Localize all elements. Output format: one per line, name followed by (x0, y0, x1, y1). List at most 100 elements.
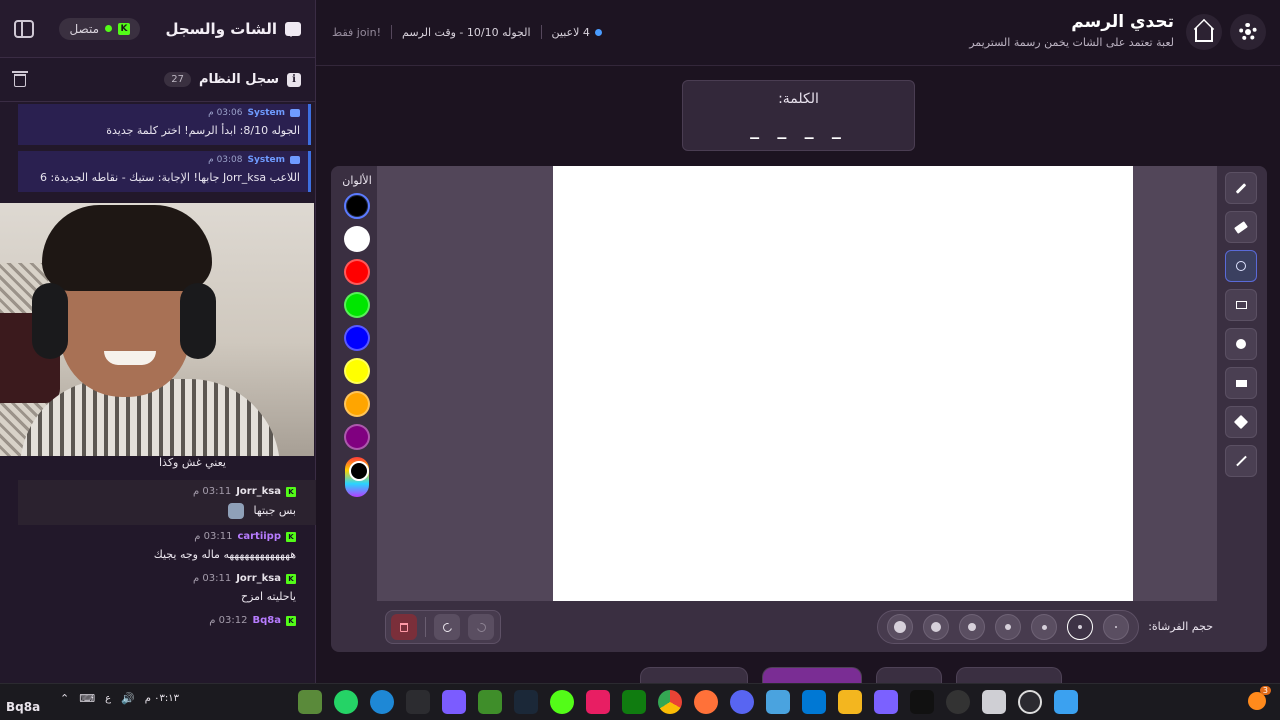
xbox-icon[interactable] (622, 690, 646, 714)
volume-icon[interactable]: 🔊 (121, 692, 135, 705)
connection-status-label: متصل (69, 21, 99, 36)
notification-area: 3 (1248, 686, 1271, 710)
color-swatch[interactable] (344, 358, 370, 384)
canvas-actions (385, 610, 501, 644)
rectangle-outline-icon (1235, 301, 1247, 309)
photos-icon[interactable] (766, 690, 790, 714)
pencil-tool-button[interactable] (1225, 172, 1257, 204)
redo-button[interactable] (468, 614, 494, 640)
palette-label: الألوان (342, 174, 372, 187)
capcut-alt-icon[interactable] (910, 690, 934, 714)
minecraft-icon[interactable] (478, 690, 502, 714)
webcam-overlay (0, 203, 314, 456)
color-swatch[interactable] (344, 424, 370, 450)
round-info: الجوله 10/10 - وقت الرسم (402, 25, 531, 39)
collapse-panel-icon[interactable] (14, 19, 34, 38)
chat-bubble-icon (284, 21, 301, 37)
color-swatch[interactable] (344, 325, 370, 351)
divider (540, 25, 542, 39)
brush-size-label: حجم الفرشاة: (1148, 620, 1213, 633)
brush-size-button[interactable] (959, 614, 985, 640)
brush-size-button[interactable] (1031, 614, 1057, 640)
brush-size-dot-icon (931, 622, 941, 632)
clear-canvas-button[interactable] (391, 614, 417, 640)
join-hint: !join فقط (332, 25, 382, 39)
color-swatch[interactable] (344, 193, 370, 219)
rectangle-tool-button[interactable] (1225, 289, 1257, 321)
brush-size-button[interactable] (1067, 614, 1093, 640)
color-swatch[interactable] (344, 391, 370, 417)
language-indicator[interactable]: ع (105, 693, 111, 704)
chat-time: 03:11 م (192, 486, 232, 497)
fill-tool-button[interactable] (1225, 406, 1257, 438)
settings-button[interactable] (1230, 14, 1266, 50)
brush-size-button[interactable] (923, 614, 949, 640)
kick-app-icon[interactable] (550, 690, 574, 714)
system-text: اللاعب Jorr_ksa جابها! الإجابة: ستيك - ن… (40, 171, 300, 184)
system-time: 03:08 م (208, 155, 243, 165)
canvas-area (377, 166, 1217, 601)
chat-username[interactable]: Bq8a (253, 615, 282, 626)
players-dot-icon (594, 28, 602, 36)
gear-icon (1239, 23, 1257, 41)
tools-toolbar (1225, 172, 1259, 484)
firefox-icon[interactable] (694, 690, 718, 714)
game-title-block: تحدي الرسم لعبة تعتمد على الشات يخمن رسم… (969, 12, 1174, 49)
minecraft-launcher-icon[interactable] (298, 690, 322, 714)
undo-button[interactable] (434, 614, 460, 640)
color-swatch[interactable] (344, 226, 370, 252)
chat-message-fragment: يعني غش وكذا (158, 456, 226, 469)
line-tool-button[interactable] (1225, 445, 1257, 477)
steam-icon[interactable] (514, 690, 538, 714)
eraser-tool-button[interactable] (1225, 211, 1257, 243)
discord-icon[interactable] (730, 690, 754, 714)
chat-username[interactable]: cartiipp (237, 531, 281, 542)
chat-username[interactable]: Jorr_ksa (236, 573, 281, 584)
drawing-panel: الألوان حجم الفرشاة: (331, 166, 1267, 652)
fill-bucket-icon (1233, 414, 1249, 430)
color-swatch[interactable] (344, 259, 370, 285)
filled-circle-tool-button[interactable] (1225, 328, 1257, 360)
clock-app-icon[interactable] (946, 690, 970, 714)
undo-icon (440, 620, 454, 634)
circle-tool-button[interactable] (1225, 250, 1257, 282)
drawing-canvas[interactable] (553, 166, 1133, 601)
system-log-header: i سجل النظام 27 (0, 58, 315, 102)
brush-size-button[interactable] (1103, 614, 1129, 640)
windows-start-icon[interactable] (1054, 690, 1078, 714)
sidebar-title-text: الشات والسجل (165, 19, 277, 38)
game-title: تحدي الرسم (1071, 12, 1174, 32)
color-swatch[interactable] (344, 292, 370, 318)
filled-rectangle-tool-button[interactable] (1225, 367, 1257, 399)
weather-notification-icon[interactable]: 3 (1248, 686, 1271, 710)
custom-color-picker[interactable] (345, 457, 369, 497)
figma-icon[interactable] (586, 690, 610, 714)
brush-size-button[interactable] (887, 614, 913, 640)
copilot-icon[interactable] (874, 690, 898, 714)
capcut-icon[interactable] (406, 690, 430, 714)
redo-icon (474, 620, 488, 634)
system-sender: System (247, 108, 286, 118)
kick-badge-icon: K (286, 486, 296, 497)
outlook-icon[interactable] (802, 690, 826, 714)
whatsapp-icon[interactable] (334, 690, 358, 714)
brush-size-dot-icon (1041, 624, 1047, 630)
task-view-icon[interactable] (982, 690, 1006, 714)
clock[interactable]: ٠٣:١٣ م (145, 693, 179, 704)
keyboard-icon[interactable]: ⌨ (79, 692, 95, 705)
kick-icon: K (118, 22, 130, 35)
search-icon[interactable] (1018, 690, 1042, 714)
edge-icon[interactable] (370, 690, 394, 714)
bot-icon (290, 109, 300, 117)
obs-icon[interactable] (442, 690, 466, 714)
chrome-icon[interactable] (658, 690, 682, 714)
home-button[interactable] (1186, 14, 1222, 50)
players-count-text: 4 لاعبين (551, 25, 590, 39)
color-palette: الألوان (339, 174, 375, 497)
file-explorer-icon[interactable] (838, 690, 862, 714)
chat-username[interactable]: Jorr_ksa (236, 486, 281, 497)
clear-log-icon[interactable] (12, 71, 28, 87)
system-log-list: System 03:06 م الجوله 8/10: ابدأ الرسم! … (0, 102, 315, 192)
brush-size-button[interactable] (995, 614, 1021, 640)
tray-chevron-icon[interactable]: ⌃ (60, 692, 69, 705)
